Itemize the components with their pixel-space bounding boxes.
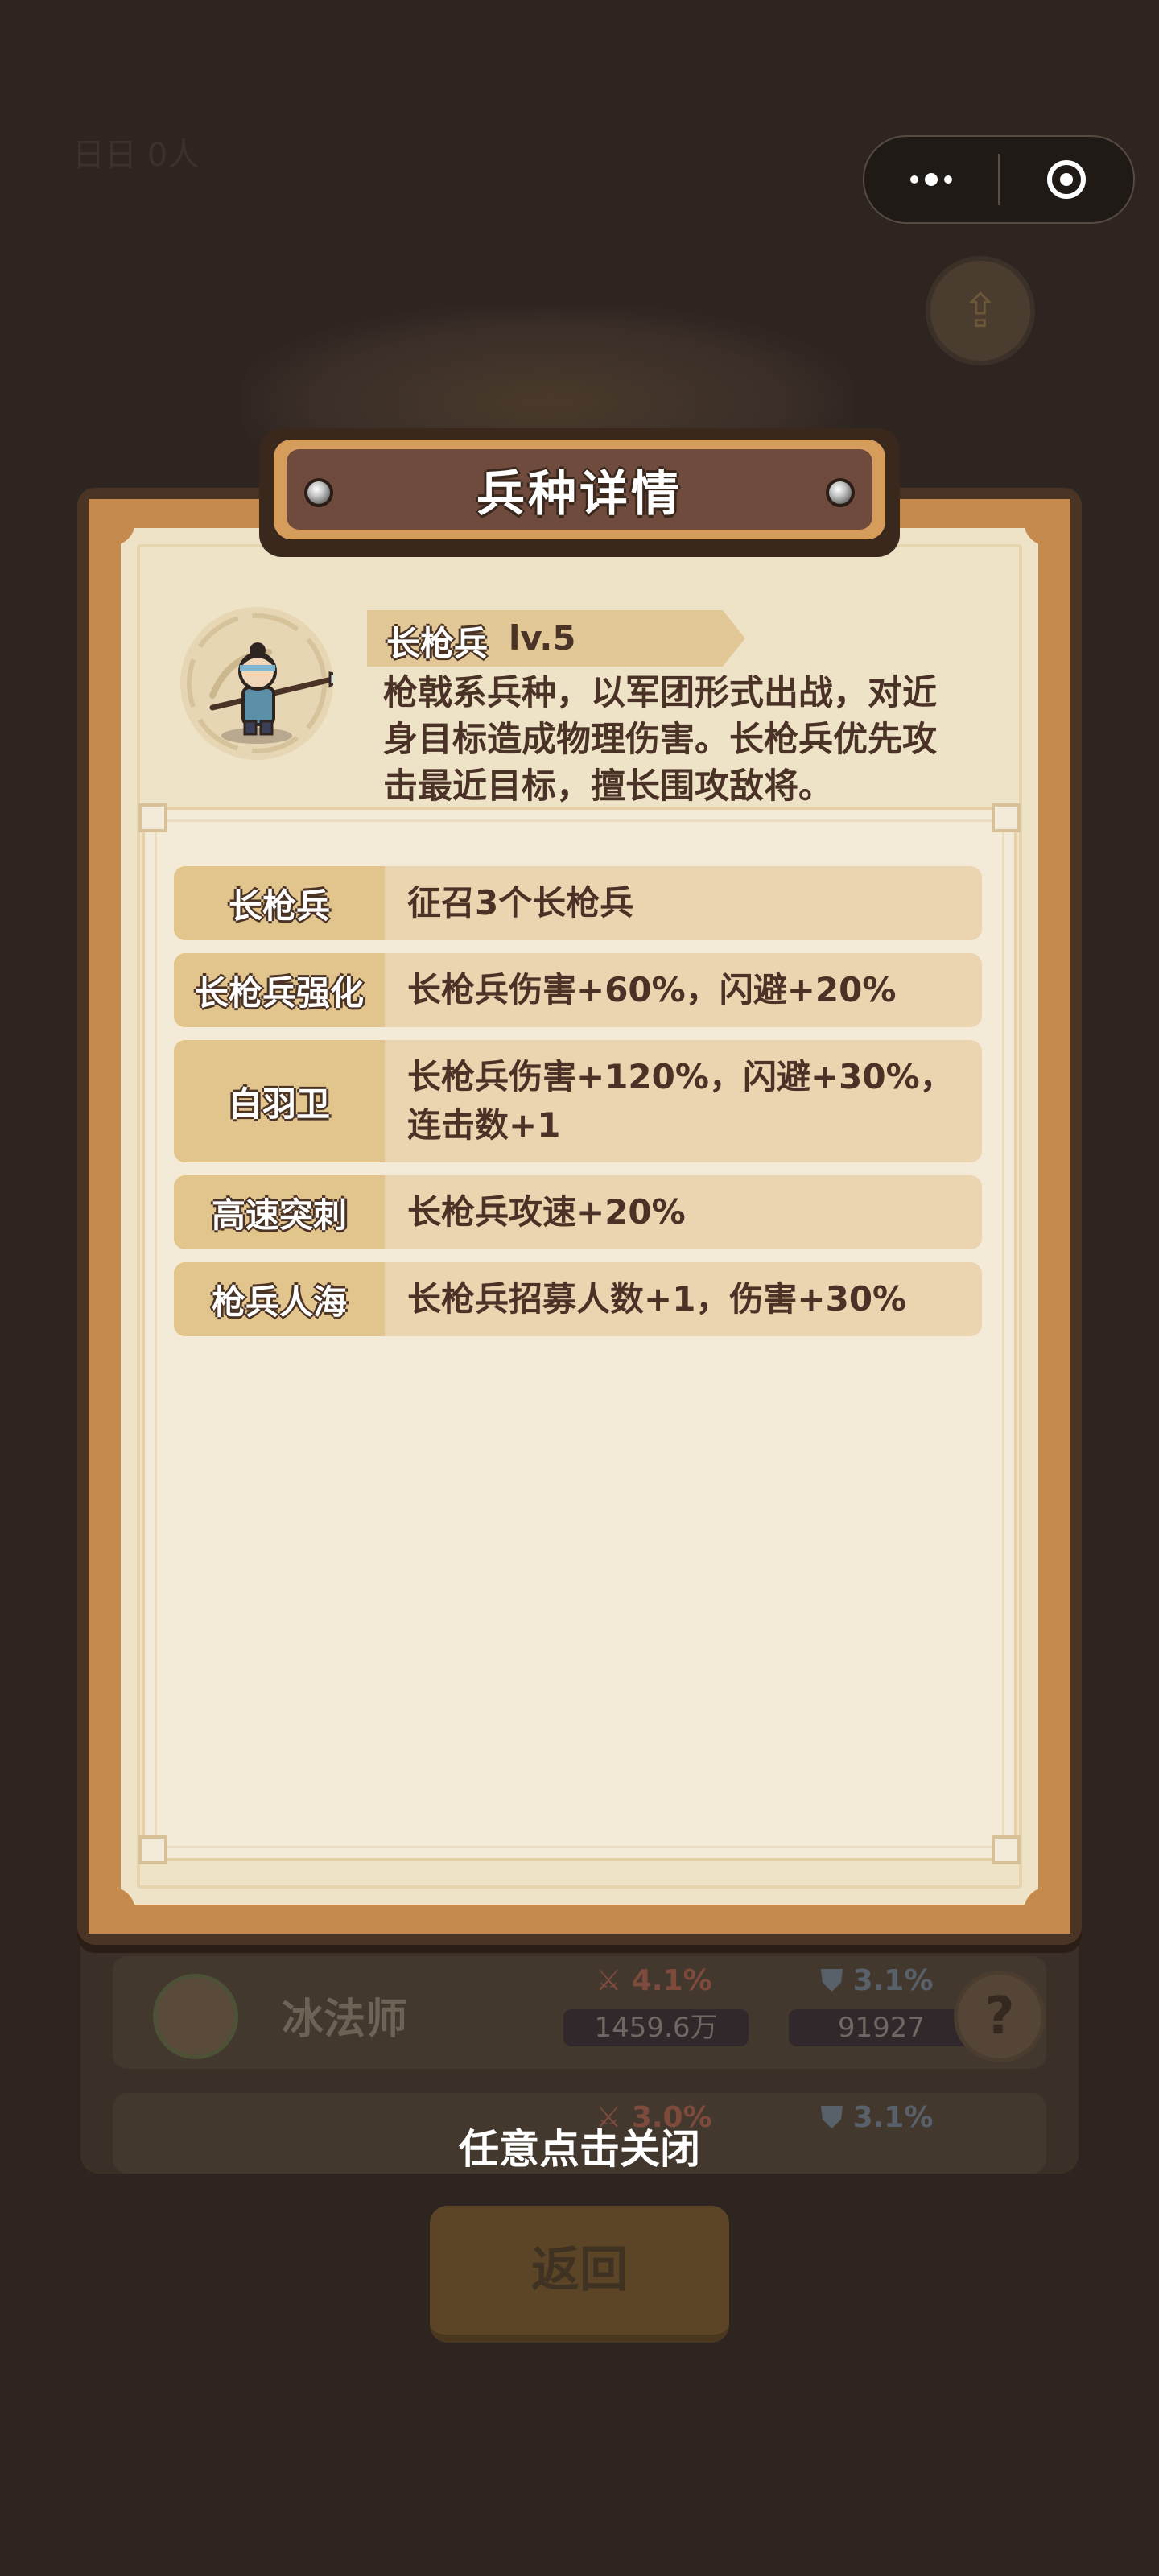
upgrade-name: 白羽卫 [174, 1040, 385, 1162]
upgrade-row: 枪兵人海 长枪兵招募人数+1，伤害+30% [174, 1262, 982, 1336]
upgrade-row: 长枪兵 征召3个长枪兵 [174, 866, 982, 940]
upgrade-effect: 征召3个长枪兵 [407, 883, 634, 923]
more-dots-icon[interactable] [864, 137, 998, 222]
upgrade-name: 长枪兵强化 [174, 953, 385, 1027]
unit-name: 冰法师 [282, 1996, 408, 2044]
upgrade-row: 高速突刺 长枪兵攻速+20% [174, 1175, 982, 1249]
miniprogram-capsule [863, 135, 1135, 224]
unit-description: 枪戟系兵种，以军团形式出战，对近身目标造成物理伤害。长枪兵优先攻击最近目标，擅长… [383, 673, 937, 807]
dialog-title: 兵种详情 [476, 465, 683, 522]
upgrade-effect: 长枪兵伤害+60%，闪避+20% [407, 970, 897, 1009]
upgrade-effect: 长枪兵伤害+120%，闪避+30%，连击数+1 [407, 1057, 954, 1145]
unit-avatar [153, 1974, 238, 2059]
title-plaque: 兵种详情 [259, 428, 900, 557]
shield-icon: ⛊ [821, 1964, 843, 1997]
unit-level: lv.5 [509, 618, 576, 658]
upgrade-name: 长枪兵 [174, 866, 385, 940]
attack-value: 1459.6万 [563, 2009, 749, 2046]
unit-name-banner: 长枪兵 lv.5 [367, 610, 745, 667]
close-hint[interactable]: 任意点击关闭 [0, 2117, 1159, 2175]
upgrade-name: 高速突刺 [174, 1175, 385, 1249]
share-icon[interactable]: ⇪ [926, 256, 1035, 365]
spearman-avatar [180, 607, 333, 760]
upgrade-effect: 长枪兵攻速+20% [407, 1192, 686, 1232]
unit-name: 长枪兵 [386, 624, 489, 663]
question-icon[interactable]: ? [954, 1971, 1046, 2062]
rivet-icon [826, 478, 855, 507]
target-close-icon[interactable] [1000, 137, 1133, 222]
list-item[interactable]: 冰法师 ⚔ 4.1% 1459.6万 ⛊ 3.1% 91927 ? [113, 1956, 1046, 2069]
defense-percent: ⛊ 3.1% [821, 1964, 934, 1997]
upgrade-row: 白羽卫 长枪兵伤害+120%，闪避+30%，连击数+1 [174, 1040, 982, 1162]
return-button[interactable]: 返回 [430, 2206, 729, 2343]
rivet-icon [304, 478, 333, 507]
upgrade-effect: 长枪兵招募人数+1，伤害+30% [407, 1279, 907, 1319]
background-top-text: 日日 0人 [72, 137, 200, 174]
upgrade-name: 枪兵人海 [174, 1262, 385, 1336]
upgrade-row: 长枪兵强化 长枪兵伤害+60%，闪避+20% [174, 953, 982, 1027]
sword-icon: ⚔ [596, 1964, 622, 1997]
attack-percent: ⚔ 4.1% [596, 1964, 712, 1997]
defense-value: 91927 [789, 2009, 974, 2046]
upgrade-list: 长枪兵 征召3个长枪兵 长枪兵强化 长枪兵伤害+60%，闪避+20% 白羽卫 长… [174, 866, 982, 1349]
